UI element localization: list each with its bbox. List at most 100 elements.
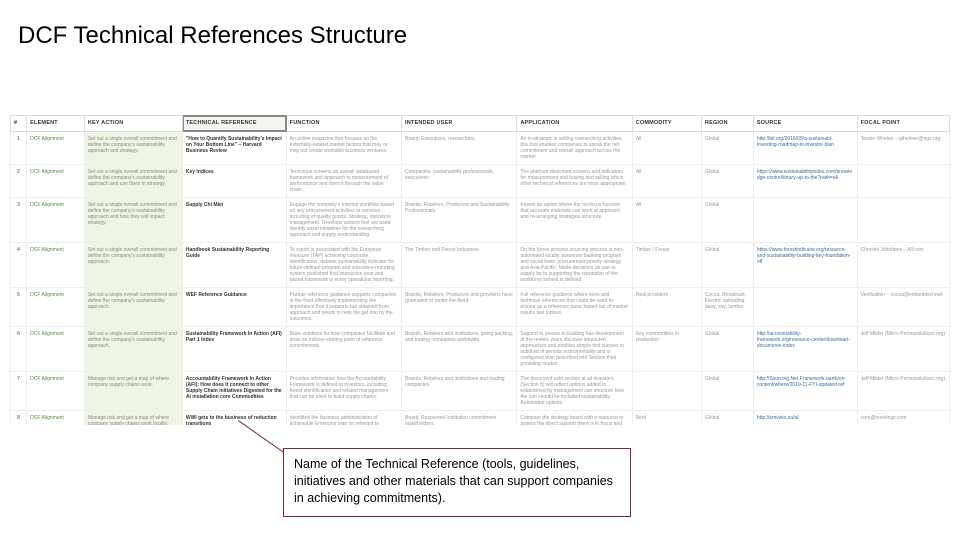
cell-techref: Key Indices [182, 164, 286, 197]
cell-element: DCF Alignment [27, 197, 85, 242]
cell-element: DCF Alignment [27, 410, 85, 425]
cell-source: http://accountability-framework.org/reso… [753, 326, 857, 371]
cell-keyaction: Manage risk and get a map of where compa… [84, 371, 182, 410]
cell-num: 8 [11, 410, 27, 425]
cell-intended: Brands, Retailers and institutions, goin… [402, 326, 517, 371]
cell-techref: "How to Quantify Sustainability's Impact… [182, 131, 286, 164]
cell-function: Identified the business administration o… [286, 410, 401, 425]
table-header-row: # ELEMENT KEY ACTION TECHNICAL REFERENCE… [11, 116, 950, 132]
cell-focal: Tensie Whelan – gtheimer@hgs.org [857, 131, 949, 164]
col-keyaction: KEY ACTION [84, 116, 182, 132]
cell-element: DCF Alignment [27, 287, 85, 326]
cell-keyaction: Set out a single overall commitment and … [84, 326, 182, 371]
reference-table: # ELEMENT KEY ACTION TECHNICAL REFERENCE… [10, 115, 950, 425]
cell-commodity: Real providers [632, 287, 701, 326]
col-focal: FOCAL POINT [857, 116, 949, 132]
cell-element: DCF Alignment [27, 371, 85, 410]
cell-num: 1 [11, 131, 27, 164]
cell-intended: Brands, Retailers and institutions and t… [402, 371, 517, 410]
cell-num: 7 [11, 371, 27, 410]
cell-source [753, 197, 857, 242]
cell-intended: Brands, Retailers. Producers and provide… [402, 287, 517, 326]
cell-intended: Board, Executives, researchers. [402, 131, 517, 164]
cell-application: Support to ensure to building has develo… [517, 326, 632, 371]
cell-intended: Board, Respected Institution commitment … [402, 410, 517, 425]
cell-commodity: Timber / Forest [632, 242, 701, 287]
col-commodity: COMMODITY [632, 116, 701, 132]
cell-element: DCF Alignment [27, 131, 85, 164]
cell-focal: Verification – cocoa@embedded inet [857, 287, 949, 326]
cell-num: 2 [11, 164, 27, 197]
col-num: # [11, 116, 27, 132]
cell-application: An in-strategic is setting overarching a… [517, 131, 632, 164]
callout-connector [237, 420, 287, 456]
col-techref: TECHNICAL REFERENCE [182, 116, 286, 132]
cell-region: Global [701, 197, 753, 242]
cell-focal [857, 164, 949, 197]
table-row: 5DCF AlignmentSet out a single overall c… [11, 287, 950, 326]
cell-focal: Jeff Milder (Micro Permasolutions.org) [857, 371, 949, 410]
cell-source: http://bit.org/2016/09/a-sustainabl-inve… [753, 131, 857, 164]
cell-num: 3 [11, 197, 27, 242]
cell-function: Base solutions for how companies facilit… [286, 326, 401, 371]
cell-focal: Chrystel Johnfates – All.com [857, 242, 949, 287]
table-row: 8DCF AlignmentManage risk and get a map … [11, 410, 950, 425]
cell-focal: corn@meetings.com [857, 410, 949, 425]
page-title: DCF Technical References Structure [18, 22, 407, 50]
cell-application: Full reference guidance where tools and … [517, 287, 632, 326]
cell-function: To report is associated with the Europea… [286, 242, 401, 287]
table-row: 6DCF AlignmentSet out a single overall c… [11, 326, 950, 371]
cell-techref: Supply Chi Màn [182, 197, 286, 242]
callout-box: Name of the Technical Reference (tools, … [283, 448, 631, 517]
cell-intended: Companies, sustainability professionals,… [402, 164, 517, 197]
cell-focal: Jeff Milder (Micro Permasolutions.org) [857, 326, 949, 371]
col-intended: INTENDED USER [402, 116, 517, 132]
cell-num: 5 [11, 287, 27, 326]
cell-application: Knows an option where the no-focus funct… [517, 197, 632, 242]
cell-keyaction: Set out a single overall commitment and … [84, 287, 182, 326]
cell-techref: Sustainability Framework In Action (AFI)… [182, 326, 286, 371]
table-row: 2DCF AlignmentSet out a single overall c… [11, 164, 950, 197]
cell-region: Global [701, 131, 753, 164]
col-source: SOURCE [753, 116, 857, 132]
cell-function: Partner reference guidance supports comp… [286, 287, 401, 326]
cell-techref: WWI gets to the business of reduction tr… [182, 410, 286, 425]
cell-source: http://emvisio.eu/al [753, 410, 857, 425]
cell-region: Cocoa. Broadcast, Electric uploading dai… [701, 287, 753, 326]
col-function: FUNCTION [286, 116, 401, 132]
cell-application: The document sold section at all investo… [517, 371, 632, 410]
cell-application: The platform described screens and indic… [517, 164, 632, 197]
cell-source: http://Sourcing.Net.Framework.earth/on-c… [753, 371, 857, 410]
col-element: ELEMENT [27, 116, 85, 132]
table-row: 1DCF AlignmentSet out a single overall c… [11, 131, 950, 164]
cell-function: Provides information how the Accountabil… [286, 371, 401, 410]
cell-commodity: All [632, 131, 701, 164]
cell-techref: Accountability Framework In Action (AFI)… [182, 371, 286, 410]
cell-keyaction: Set out a single overall commitment and … [84, 242, 182, 287]
cell-region: Global [701, 410, 753, 425]
cell-source: https://www.forestindicator.org/resource… [753, 242, 857, 287]
col-region: REGION [701, 116, 753, 132]
reference-table-container: # ELEMENT KEY ACTION TECHNICAL REFERENCE… [10, 115, 950, 425]
cell-application: On the forest process sourcing process i… [517, 242, 632, 287]
cell-commodity: Key commodities in production [632, 326, 701, 371]
table-row: 7DCF AlignmentManage risk and get a map … [11, 371, 950, 410]
cell-keyaction: Manage risk and get a map of where compa… [84, 410, 182, 425]
cell-commodity: All [632, 197, 701, 242]
cell-commodity [632, 371, 701, 410]
cell-source: https://www.sustainabilityindex.com/know… [753, 164, 857, 197]
table-row: 3DCF AlignmentSet out a single overall c… [11, 197, 950, 242]
cell-element: DCF Alignment [27, 326, 85, 371]
cell-element: DCF Alignment [27, 164, 85, 197]
cell-region: Global [701, 326, 753, 371]
cell-intended: The Timber and Forest Industries. [402, 242, 517, 287]
cell-keyaction: Set out a single overall commitment and … [84, 164, 182, 197]
cell-region: Global [701, 371, 753, 410]
cell-techref: WEF Reference Guidance [182, 287, 286, 326]
col-application: APPLICATION [517, 116, 632, 132]
table-row: 4DCF AlignmentSet out a single overall c… [11, 242, 950, 287]
cell-keyaction: Set out a single overall commitment and … [84, 197, 182, 242]
cell-function: An online magazine that focuses on the e… [286, 131, 401, 164]
cell-function: Technique screens an overall databased f… [286, 164, 401, 197]
cell-region: Global [701, 164, 753, 197]
